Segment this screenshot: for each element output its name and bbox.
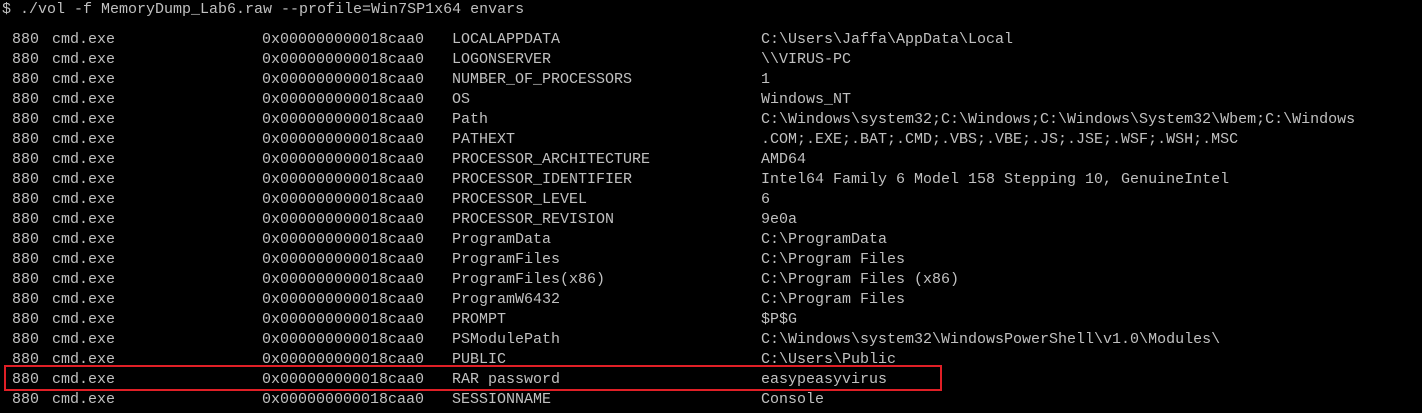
- process-name-cell: cmd.exe: [52, 71, 116, 88]
- variable-name-cell: ProgramW6432: [452, 291, 561, 308]
- pid-cell: 880: [12, 171, 40, 188]
- variable-value-cell: C:\Windows\system32;C:\Windows;C:\Window…: [761, 111, 1356, 128]
- process-name-cell: cmd.exe: [52, 291, 116, 308]
- pid-cell: 880: [12, 151, 40, 168]
- variable-value-cell: C:\Program Files: [761, 251, 906, 268]
- process-name-cell: cmd.exe: [52, 131, 116, 148]
- pid-cell: 880: [12, 391, 40, 408]
- pid-cell: 880: [12, 111, 40, 128]
- variable-name-cell: PROCESSOR_LEVEL: [452, 191, 588, 208]
- variable-name-cell: NUMBER_OF_PROCESSORS: [452, 71, 633, 88]
- process-name-cell: cmd.exe: [52, 171, 116, 188]
- variable-name-cell: Path: [452, 111, 489, 128]
- block-address-cell: 0x000000000018caa0: [262, 91, 425, 108]
- variable-value-cell: C:\Program Files (x86): [761, 271, 960, 288]
- block-address-cell: 0x000000000018caa0: [262, 51, 425, 68]
- process-name-cell: cmd.exe: [52, 311, 116, 328]
- rar-password-highlight: [4, 365, 942, 391]
- process-name-cell: cmd.exe: [52, 111, 116, 128]
- block-address-cell: 0x000000000018caa0: [262, 391, 425, 408]
- block-address-cell: 0x000000000018caa0: [262, 171, 425, 188]
- variable-name-cell: ProgramData: [452, 231, 552, 248]
- variable-name-cell: PSModulePath: [452, 331, 561, 348]
- process-name-cell: cmd.exe: [52, 211, 116, 228]
- process-name-cell: cmd.exe: [52, 191, 116, 208]
- process-name-cell: cmd.exe: [52, 91, 116, 108]
- block-address-cell: 0x000000000018caa0: [262, 271, 425, 288]
- variable-value-cell: \\VIRUS-PC: [761, 51, 852, 68]
- variable-value-cell: C:\Windows\system32\WindowsPowerShell\v1…: [761, 331, 1221, 348]
- pid-cell: 880: [12, 251, 40, 268]
- variable-name-cell: OS: [452, 91, 471, 108]
- variable-name-cell: LOCALAPPDATA: [452, 31, 561, 48]
- terminal-output[interactable]: $ ./vol -f MemoryDump_Lab6.raw --profile…: [0, 0, 1422, 413]
- process-name-cell: cmd.exe: [52, 51, 116, 68]
- variable-value-cell: .COM;.EXE;.BAT;.CMD;.VBS;.VBE;.JS;.JSE;.…: [761, 131, 1239, 148]
- block-address-cell: 0x000000000018caa0: [262, 31, 425, 48]
- variable-value-cell: 1: [761, 71, 771, 88]
- pid-cell: 880: [12, 211, 40, 228]
- block-address-cell: 0x000000000018caa0: [262, 331, 425, 348]
- variable-value-cell: C:\ProgramData: [761, 231, 888, 248]
- variable-value-cell: 9e0a: [761, 211, 798, 228]
- pid-cell: 880: [12, 31, 40, 48]
- pid-cell: 880: [12, 91, 40, 108]
- pid-cell: 880: [12, 51, 40, 68]
- block-address-cell: 0x000000000018caa0: [262, 231, 425, 248]
- pid-cell: 880: [12, 271, 40, 288]
- variable-value-cell: Windows_NT: [761, 91, 852, 108]
- variable-name-cell: PATHEXT: [452, 131, 516, 148]
- pid-cell: 880: [12, 291, 40, 308]
- variable-name-cell: ProgramFiles: [452, 251, 561, 268]
- process-name-cell: cmd.exe: [52, 331, 116, 348]
- block-address-cell: 0x000000000018caa0: [262, 111, 425, 128]
- pid-cell: 880: [12, 71, 40, 88]
- block-address-cell: 0x000000000018caa0: [262, 311, 425, 328]
- process-name-cell: cmd.exe: [52, 271, 116, 288]
- block-address-cell: 0x000000000018caa0: [262, 191, 425, 208]
- pid-cell: 880: [12, 331, 40, 348]
- process-name-cell: cmd.exe: [52, 391, 116, 408]
- variable-name-cell: PROCESSOR_REVISION: [452, 211, 615, 228]
- variable-value-cell: 6: [761, 191, 771, 208]
- pid-cell: 880: [12, 131, 40, 148]
- variable-value-cell: C:\Users\Jaffa\AppData\Local: [761, 31, 1014, 48]
- process-name-cell: cmd.exe: [52, 151, 116, 168]
- block-address-cell: 0x000000000018caa0: [262, 71, 425, 88]
- process-name-cell: cmd.exe: [52, 251, 116, 268]
- variable-value-cell: C:\Program Files: [761, 291, 906, 308]
- variable-value-cell: $P$G: [761, 311, 798, 328]
- variable-value-cell: Intel64 Family 6 Model 158 Stepping 10, …: [761, 171, 1230, 188]
- block-address-cell: 0x000000000018caa0: [262, 151, 425, 168]
- variable-name-cell: PROCESSOR_IDENTIFIER: [452, 171, 633, 188]
- process-name-cell: cmd.exe: [52, 231, 116, 248]
- variable-name-cell: ProgramFiles(x86): [452, 271, 606, 288]
- variable-value-cell: AMD64: [761, 151, 807, 168]
- variable-name-cell: PROCESSOR_ARCHITECTURE: [452, 151, 651, 168]
- pid-cell: 880: [12, 191, 40, 208]
- process-name-cell: cmd.exe: [52, 31, 116, 48]
- block-address-cell: 0x000000000018caa0: [262, 291, 425, 308]
- variable-name-cell: SESSIONNAME: [452, 391, 552, 408]
- variable-name-cell: PROMPT: [452, 311, 507, 328]
- variable-value-cell: Console: [761, 391, 825, 408]
- block-address-cell: 0x000000000018caa0: [262, 131, 425, 148]
- pid-cell: 880: [12, 231, 40, 248]
- block-address-cell: 0x000000000018caa0: [262, 251, 425, 268]
- variable-name-cell: LOGONSERVER: [452, 51, 552, 68]
- pid-cell: 880: [12, 311, 40, 328]
- block-address-cell: 0x000000000018caa0: [262, 211, 425, 228]
- command-line: $ ./vol -f MemoryDump_Lab6.raw --profile…: [2, 1, 525, 18]
